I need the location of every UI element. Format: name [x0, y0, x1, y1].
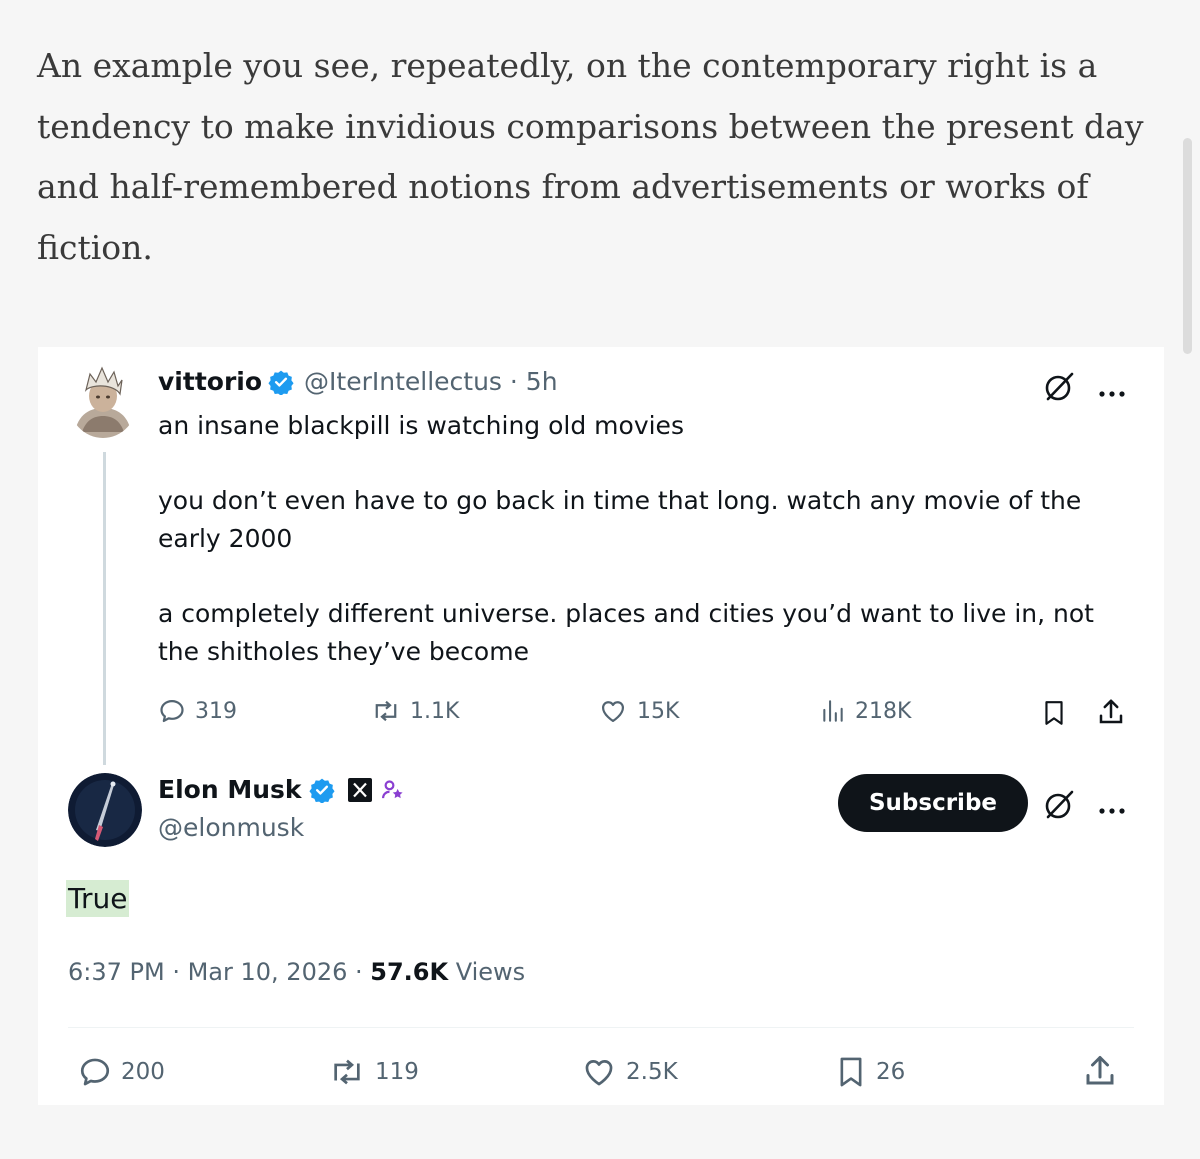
timestamp-text: 6:37 PM · Mar 10, 2026 ·	[68, 958, 371, 986]
tweet-text-line: a completely different universe. places …	[158, 599, 1094, 628]
more-icon[interactable]	[1098, 800, 1126, 819]
repost-icon	[375, 700, 397, 722]
repost-action[interactable]: 1.1K	[371, 697, 459, 725]
reply-action[interactable]: 319	[158, 697, 237, 725]
share-icon[interactable]	[1096, 697, 1126, 731]
verified-badge-icon	[308, 777, 335, 803]
thread-connector-line	[103, 452, 106, 765]
tweet-text-line: an insane blackpill is watching old movi…	[158, 411, 684, 440]
like-icon	[585, 1060, 613, 1086]
more-icon[interactable]	[1098, 383, 1126, 402]
repost-count: 1.1K	[410, 698, 460, 724]
like-count: 15K	[637, 698, 680, 724]
bookmark-count: 26	[876, 1059, 906, 1085]
article-line: An example you see, repeatedly, on the c…	[37, 46, 1098, 85]
quoted-tweet-header: vittorio @IterIntellectus · 5h	[158, 367, 558, 396]
page-scrollbar[interactable]	[1183, 138, 1192, 354]
article-line: fiction.	[37, 227, 153, 267]
article-line: and half-remembered notions from adverti…	[37, 167, 1089, 206]
author-name[interactable]: vittorio	[158, 367, 262, 396]
views-icon	[823, 700, 843, 722]
share-icon[interactable]	[1082, 1053, 1118, 1093]
main-tweet-text: True	[66, 880, 130, 917]
reply-count: 319	[195, 698, 237, 724]
affiliate-icon	[379, 776, 407, 804]
divider	[68, 1027, 1134, 1028]
repost-action[interactable]: 119	[328, 1055, 419, 1089]
verified-badge-icon	[268, 369, 294, 395]
grok-icon[interactable]	[1043, 369, 1077, 407]
tweet-embed: vittorio @IterIntellectus · 5h an insane…	[38, 347, 1164, 1105]
views-count: 218K	[855, 698, 912, 724]
like-icon	[601, 701, 625, 723]
reply-icon	[80, 1058, 110, 1086]
elon-avatar[interactable]	[68, 773, 142, 847]
reply-count: 200	[121, 1059, 165, 1085]
grok-icon[interactable]	[1043, 787, 1077, 825]
reply-icon	[160, 699, 184, 723]
repost-icon	[334, 1059, 360, 1085]
x-logo-icon	[347, 777, 372, 802]
views-action[interactable]: 218K	[820, 697, 911, 725]
author-handle[interactable]: @elonmusk	[158, 813, 304, 842]
main-tweet-header: Elon Musk	[158, 775, 407, 804]
tweet-text-line: early 2000	[158, 524, 293, 553]
article-paragraph: An example you see, repeatedly, on the c…	[37, 36, 1157, 278]
subscribe-button[interactable]: Subscribe	[838, 774, 1028, 832]
like-count: 2.5K	[626, 1059, 678, 1085]
bookmark-icon[interactable]	[1041, 699, 1067, 731]
vittorio-avatar[interactable]	[68, 362, 138, 438]
bookmark-action[interactable]: 26	[835, 1055, 905, 1089]
like-action[interactable]: 15K	[598, 697, 679, 725]
bookmark-icon	[840, 1057, 862, 1087]
tweet-text-line: the shitholes they’ve become	[158, 637, 529, 666]
author-handle-time[interactable]: @IterIntellectus · 5h	[304, 367, 558, 396]
author-name[interactable]: Elon Musk	[158, 775, 302, 804]
article-line: tendency to make invidious comparisons b…	[37, 106, 1144, 146]
repost-count: 119	[375, 1059, 419, 1085]
tweet-timestamp[interactable]: 6:37 PM · Mar 10, 2026 · 57.6K Views	[68, 958, 525, 986]
reply-action[interactable]: 200	[78, 1055, 165, 1089]
like-action[interactable]: 2.5K	[581, 1055, 678, 1089]
views-label: Views	[448, 958, 526, 986]
views-count: 57.6K	[370, 958, 449, 986]
tweet-text-line: you don’t even have to go back in time t…	[158, 486, 1082, 515]
